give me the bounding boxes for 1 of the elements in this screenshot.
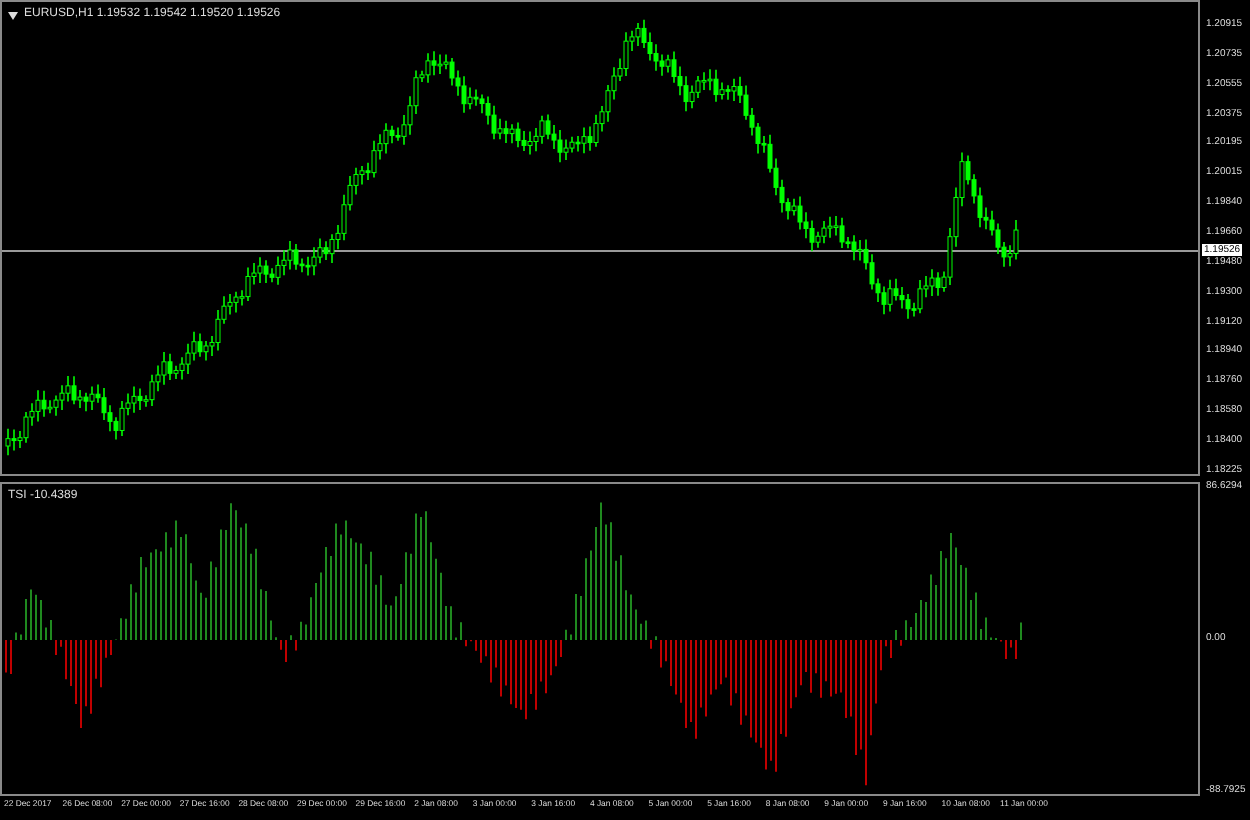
dropdown-icon[interactable] xyxy=(8,11,18,19)
